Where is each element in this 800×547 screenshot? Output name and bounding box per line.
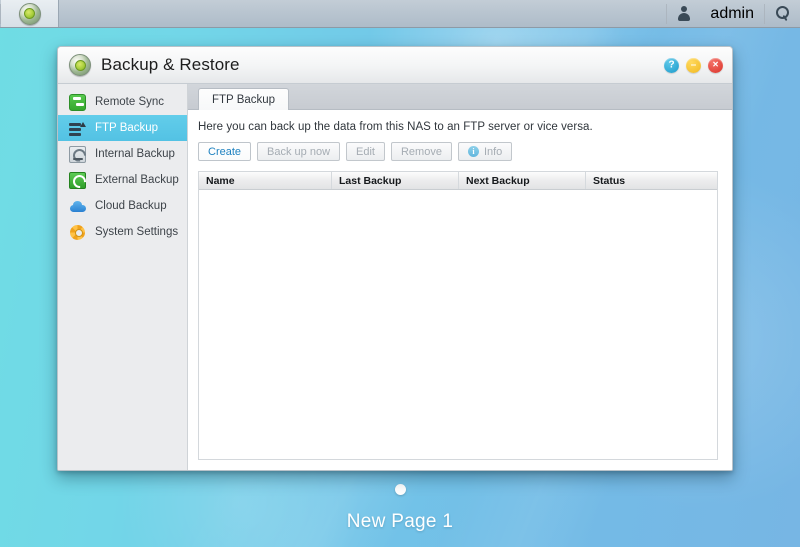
info-icon: i bbox=[467, 146, 479, 157]
sync-icon bbox=[69, 93, 86, 111]
pane-description: Here you can back up the data from this … bbox=[198, 121, 593, 133]
sidebar-item-label: Internal Backup bbox=[95, 148, 175, 160]
close-icon: × bbox=[712, 59, 719, 70]
tab-ftp-backup[interactable]: FTP Backup bbox=[198, 88, 290, 110]
sidebar-item-internal-backup[interactable]: Internal Backup bbox=[58, 141, 187, 167]
window-title: Backup & Restore bbox=[101, 55, 240, 74]
remove-button-label: Remove bbox=[400, 145, 442, 158]
ftp-backup-pane: Here you can back up the data from this … bbox=[188, 110, 732, 470]
column-header-label: Status bbox=[593, 174, 626, 187]
sidebar-item-label: Cloud Backup bbox=[95, 200, 167, 212]
person-icon bbox=[677, 6, 690, 21]
info-button-label: Info bbox=[483, 145, 503, 158]
system-logo-button[interactable] bbox=[1, 0, 59, 27]
minimize-button[interactable]: – bbox=[686, 58, 701, 73]
content-area: FTP Backup Here you can back up the data… bbox=[188, 84, 732, 470]
table-header-row: Name Last Backup Next Backup Status bbox=[199, 172, 717, 190]
remove-button[interactable]: Remove bbox=[390, 142, 452, 161]
sidebar-item-remote-sync[interactable]: Remote Sync bbox=[58, 89, 187, 115]
ftp-icon bbox=[69, 120, 86, 137]
system-topbar: admin bbox=[0, 0, 800, 28]
table-body[interactable] bbox=[199, 190, 717, 459]
topbar-right-group: admin bbox=[666, 0, 800, 27]
column-header-label: Name bbox=[206, 174, 235, 187]
column-header-label: Last Backup bbox=[339, 174, 402, 187]
column-header-last-backup[interactable]: Last Backup bbox=[332, 172, 459, 189]
column-header-label: Next Backup bbox=[466, 174, 530, 187]
window-body: Remote Sync FTP Backup Internal Backup E… bbox=[58, 84, 732, 470]
backup-jobs-table: Name Last Backup Next Backup Status bbox=[198, 171, 718, 460]
sidebar-item-label: System Settings bbox=[95, 226, 179, 238]
column-header-status[interactable]: Status bbox=[586, 172, 717, 189]
window-titlebar[interactable]: Backup & Restore ? – × bbox=[58, 47, 732, 84]
tab-label: FTP Backup bbox=[212, 93, 276, 106]
search-button[interactable] bbox=[765, 0, 800, 27]
sidebar-item-label: Remote Sync bbox=[95, 96, 165, 108]
backup-now-button[interactable]: Back up now bbox=[257, 142, 341, 161]
window-controls: ? – × bbox=[664, 58, 723, 73]
sidebar-item-label: FTP Backup bbox=[95, 122, 159, 134]
internal-drive-icon bbox=[69, 145, 86, 163]
column-header-next-backup[interactable]: Next Backup bbox=[459, 172, 586, 189]
sidebar: Remote Sync FTP Backup Internal Backup E… bbox=[58, 84, 188, 470]
column-header-name[interactable]: Name bbox=[199, 172, 332, 189]
sidebar-item-cloud-backup[interactable]: Cloud Backup bbox=[58, 193, 187, 219]
info-button[interactable]: i Info bbox=[457, 142, 513, 161]
user-menu[interactable] bbox=[667, 0, 700, 27]
sidebar-item-external-backup[interactable]: External Backup bbox=[58, 167, 187, 193]
user-name-label[interactable]: admin bbox=[700, 0, 764, 27]
edit-button-label: Edit bbox=[356, 145, 375, 158]
help-icon: ? bbox=[668, 59, 675, 70]
minimize-icon: – bbox=[690, 59, 697, 70]
sidebar-item-ftp-backup[interactable]: FTP Backup bbox=[58, 115, 187, 141]
create-button[interactable]: Create bbox=[198, 142, 252, 161]
backup-restore-window: Backup & Restore ? – × Remote Sync FTP B… bbox=[57, 46, 733, 471]
gear-icon bbox=[69, 224, 86, 241]
disc-app-icon bbox=[69, 54, 91, 76]
user-name-text: admin bbox=[710, 4, 754, 22]
sidebar-item-system-settings[interactable]: System Settings bbox=[58, 219, 187, 245]
disc-logo-icon bbox=[18, 2, 41, 25]
page-label: New Page 1 bbox=[346, 511, 454, 532]
backup-now-button-label: Back up now bbox=[267, 145, 331, 158]
search-icon bbox=[775, 6, 790, 21]
tabstrip: FTP Backup bbox=[188, 84, 732, 110]
create-button-label: Create bbox=[208, 145, 242, 158]
toolbar: Create Back up now Edit Remove i Info bbox=[198, 142, 720, 161]
page-indicator: New Page 1 bbox=[0, 484, 800, 533]
help-button[interactable]: ? bbox=[664, 58, 679, 73]
page-indicator-dot[interactable] bbox=[394, 484, 406, 495]
edit-button[interactable]: Edit bbox=[346, 142, 385, 161]
external-drive-icon bbox=[69, 171, 86, 189]
sidebar-item-label: External Backup bbox=[95, 174, 179, 186]
desktop-background: admin Backup & Restore ? – × Remote Sync… bbox=[0, 0, 800, 547]
cloud-icon bbox=[69, 198, 86, 215]
close-button[interactable]: × bbox=[708, 58, 723, 73]
